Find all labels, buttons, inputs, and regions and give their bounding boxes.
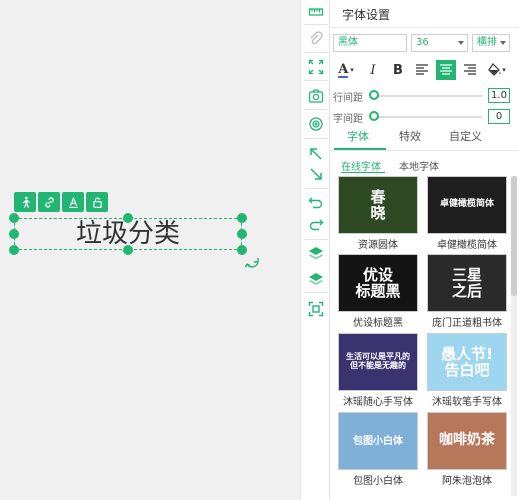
- subtab-online-fonts[interactable]: 在线字体: [341, 158, 381, 173]
- rotate-icon[interactable]: [244, 254, 262, 272]
- font-card[interactable]: 包图小白体 包图小白体: [338, 412, 418, 487]
- tab-effects[interactable]: 特效: [399, 128, 421, 144]
- font-card[interactable]: 咖啡奶茶 阿朱泡泡体: [427, 412, 507, 487]
- active-subtab-indicator: [341, 172, 385, 173]
- font-list-scrollbar[interactable]: [511, 176, 517, 496]
- font-preview-image: 卓健橄榄简体: [427, 176, 507, 234]
- font-size-select[interactable]: 36: [411, 34, 468, 52]
- font-preview-image: 三星 之后: [427, 254, 507, 312]
- camera-icon[interactable]: [305, 85, 327, 107]
- font-card[interactable]: 三星 之后庞门正道粗书体: [427, 254, 507, 329]
- font-size-value: 36: [416, 37, 429, 48]
- fill-bucket-icon[interactable]: ▾: [484, 60, 510, 80]
- line-spacing-label: 行间距: [333, 93, 363, 104]
- link-icon[interactable]: [38, 192, 60, 212]
- resize-handle-right[interactable]: [237, 229, 247, 239]
- font-preview-sample: 愚人节! 告白吧: [441, 344, 493, 379]
- line-spacing-slider[interactable]: [369, 90, 379, 100]
- font-preview-image: 春 晓: [338, 176, 418, 234]
- font-preview-image: 咖啡奶茶: [427, 412, 507, 470]
- font-card[interactable]: 优设 标题黑优设标题黑: [338, 254, 418, 329]
- font-preview-image: 生活可以是平凡的 但不能是无趣的: [338, 333, 418, 391]
- font-preview-sample: 春 晓: [370, 187, 386, 222]
- tab-custom[interactable]: 自定义: [449, 128, 482, 144]
- font-card[interactable]: 卓健橄榄简体 卓健橄榄简体: [427, 176, 507, 251]
- letter-spacing-value[interactable]: 0: [488, 109, 510, 124]
- walk-icon[interactable]: [14, 192, 36, 212]
- font-preview-image: 优设 标题黑: [338, 254, 418, 312]
- italic-button[interactable]: I: [363, 60, 383, 80]
- bold-button[interactable]: B: [388, 60, 408, 80]
- orientation-select[interactable]: 横排: [472, 34, 510, 52]
- font-name-label: 沐瑶随心手写体: [343, 397, 413, 408]
- layer-up-icon[interactable]: [305, 243, 327, 265]
- letter-spacing-label: 字间距: [333, 114, 363, 125]
- vertical-toolbar: [300, 0, 330, 500]
- font-preview-sample: 卓健橄榄简体: [439, 199, 494, 210]
- text-color-label: A: [338, 61, 349, 78]
- ruler-icon[interactable]: [305, 1, 327, 23]
- clip-icon[interactable]: [305, 28, 327, 50]
- chevron-down-icon: [500, 41, 506, 45]
- panel-title: 字体设置: [342, 8, 391, 22]
- resize-handle-top[interactable]: [123, 213, 133, 223]
- font-preview-image: 包图小白体: [338, 412, 418, 470]
- font-name-label: 阿朱泡泡体: [442, 476, 492, 487]
- resize-handle-bottom-left[interactable]: [9, 245, 19, 255]
- align-center-icon[interactable]: [436, 60, 456, 80]
- font-name-label: 沐瑶软笔手写体: [432, 397, 502, 408]
- canvas[interactable]: 垃圾分类: [0, 0, 300, 500]
- resize-handle-left[interactable]: [9, 229, 19, 239]
- scrollbar-thumb[interactable]: [511, 176, 517, 296]
- font-family-value: 黑体: [338, 37, 358, 48]
- font-name-label: 优设标题黑: [353, 318, 403, 329]
- subtab-local-fonts[interactable]: 本地字体: [399, 158, 439, 173]
- redo-icon[interactable]: [305, 214, 327, 236]
- font-card[interactable]: 生活可以是平凡的 但不能是无趣的沐瑶随心手写体: [338, 333, 418, 408]
- layer-down-icon[interactable]: [305, 266, 327, 288]
- chevron-down-icon: [458, 41, 464, 45]
- orientation-value: 横排: [477, 37, 497, 48]
- font-name-label: 卓健橄榄简体: [437, 240, 497, 251]
- crop-frame-icon[interactable]: [305, 298, 327, 320]
- letter-spacing-slider[interactable]: [369, 111, 379, 121]
- font-preview-sample: 三星 之后: [451, 265, 482, 300]
- line-spacing-track[interactable]: [374, 95, 482, 97]
- font-preview-sample: 优设 标题黑: [355, 265, 401, 300]
- arrow-up-left-icon[interactable]: [305, 143, 327, 165]
- target-icon[interactable]: [305, 113, 327, 135]
- element-mini-toolbar: [14, 192, 108, 212]
- tab-font[interactable]: 字体: [347, 128, 369, 144]
- resize-handle-top-right[interactable]: [237, 213, 247, 223]
- font-name-label: 资源圆体: [358, 240, 398, 251]
- font-name-label: 包图小白体: [353, 476, 403, 487]
- fit-screen-icon[interactable]: [305, 56, 327, 78]
- align-right-icon[interactable]: [460, 60, 480, 80]
- line-spacing-value[interactable]: 1.0: [488, 88, 510, 103]
- resize-handle-bottom[interactable]: [123, 245, 133, 255]
- font-preview-sample: 生活可以是平凡的 但不能是无趣的: [346, 352, 410, 370]
- resize-handle-top-left[interactable]: [9, 213, 19, 223]
- font-family-select[interactable]: 黑体: [333, 34, 407, 52]
- font-preview-image: 愚人节! 告白吧: [427, 333, 507, 391]
- font-card[interactable]: 春 晓资源圆体: [338, 176, 418, 251]
- align-left-icon[interactable]: [412, 60, 432, 80]
- arrow-down-right-icon[interactable]: [305, 163, 327, 185]
- font-preview-sample: 包图小白体: [353, 435, 403, 447]
- font-name-label: 庞门正道粗书体: [432, 318, 502, 329]
- lock-icon[interactable]: [86, 192, 108, 212]
- text-a-icon[interactable]: [62, 192, 84, 212]
- font-card[interactable]: 愚人节! 告白吧沐瑶软笔手写体: [427, 333, 507, 408]
- undo-icon[interactable]: [305, 192, 327, 214]
- text-color-button[interactable]: A ▾: [334, 60, 358, 80]
- font-settings-panel: 字体设置 黑体 36 横排 A ▾ I B ▾ 行间距 1.0 字间距 0 字体…: [330, 0, 519, 500]
- font-preview-sample: 咖啡奶茶: [439, 432, 495, 449]
- letter-spacing-track[interactable]: [374, 116, 482, 118]
